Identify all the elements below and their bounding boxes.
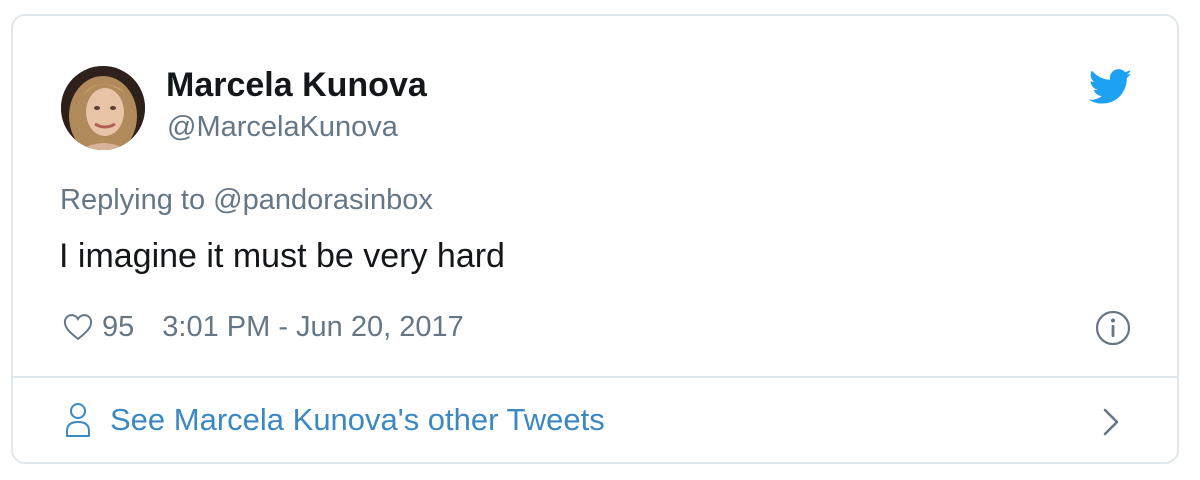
like-count[interactable]: 95: [102, 311, 134, 344]
tweet-timestamp[interactable]: 3:01 PM - Jun 20, 2017: [162, 311, 463, 344]
avatar-image: [61, 66, 145, 150]
tweet-header: Marcela Kunova @MarcelaKunova: [13, 16, 1177, 166]
heart-icon[interactable]: [63, 313, 93, 341]
twitter-bird-icon[interactable]: [1089, 69, 1133, 105]
tweet-text: I imagine it must be very hard: [59, 237, 505, 275]
reply-mention-link[interactable]: @pandorasinbox: [213, 184, 433, 216]
person-icon: [66, 403, 90, 437]
other-tweets-footer[interactable]: See Marcela Kunova's other Tweets: [13, 378, 1177, 464]
chevron-right-icon[interactable]: [1101, 406, 1121, 438]
replying-to-label: Replying to: [60, 184, 206, 216]
replying-to: Replying to @pandorasinbox: [60, 183, 433, 217]
avatar[interactable]: [61, 66, 145, 150]
author-name[interactable]: Marcela Kunova: [166, 66, 427, 104]
tweet-meta: 95 3:01 PM - Jun 20, 2017: [63, 309, 464, 345]
see-other-tweets-link[interactable]: See Marcela Kunova's other Tweets: [110, 400, 605, 440]
info-icon[interactable]: [1095, 310, 1131, 346]
author-handle[interactable]: @MarcelaKunova: [167, 110, 398, 144]
embedded-tweet-card: Marcela Kunova @MarcelaKunova Replying t…: [11, 14, 1179, 464]
